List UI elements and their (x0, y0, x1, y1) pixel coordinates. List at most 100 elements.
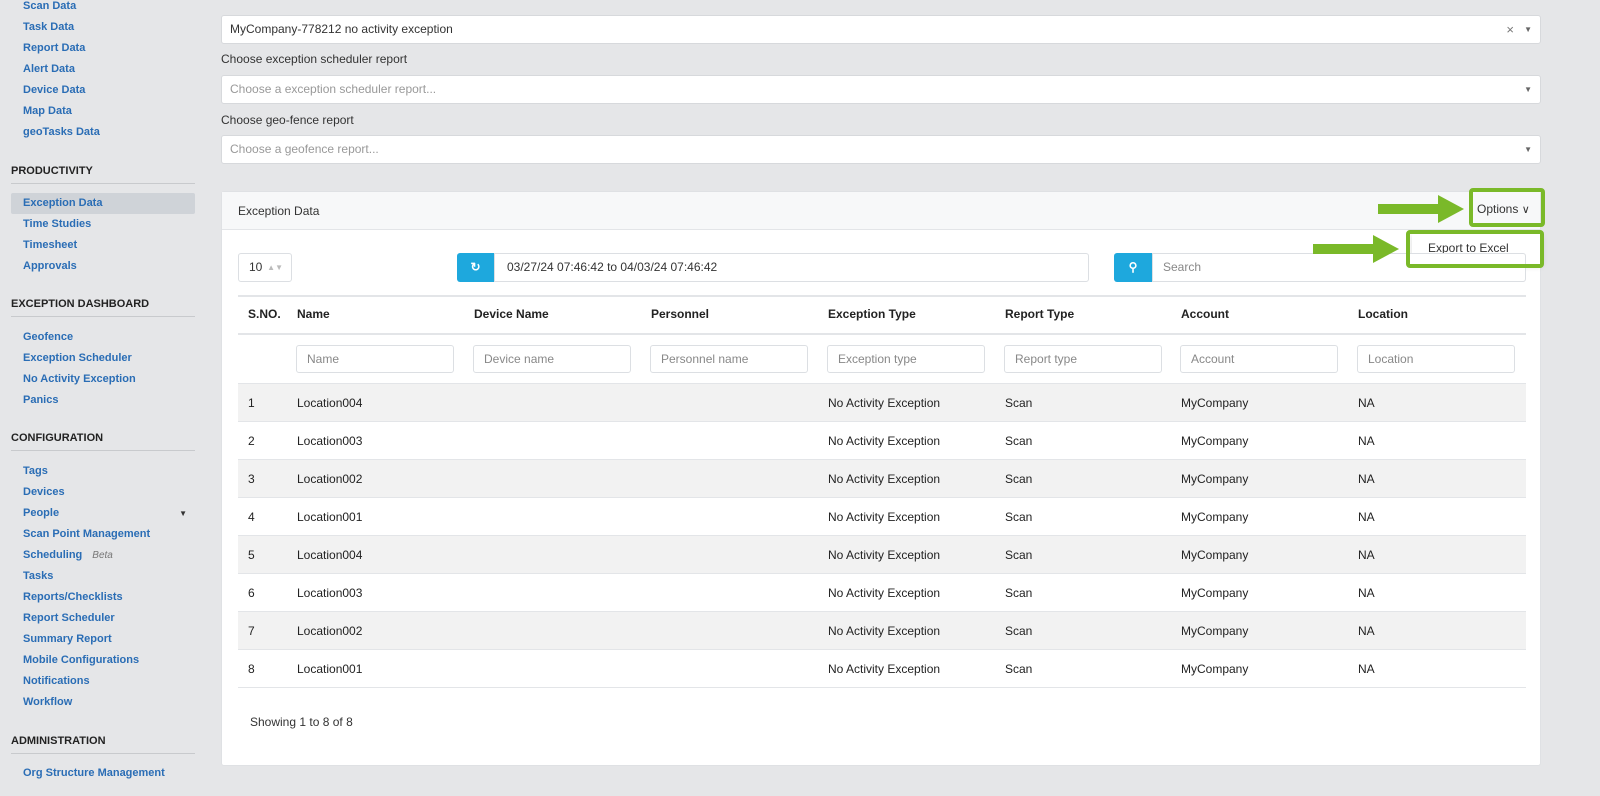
column-header[interactable]: Personnel (651, 307, 709, 321)
table-row[interactable]: 2 Location003 No Activity Exception Scan MyC… (238, 422, 1526, 460)
sidebar-item-label: Report Scheduler (23, 612, 115, 624)
table-row[interactable]: 6 Location003 No Activity Exception Scan MyC… (238, 574, 1526, 612)
sidebar-item-label: Reports/Checklists (23, 591, 123, 603)
search-placeholder: Search (1163, 260, 1202, 274)
sidebar-item-workflow[interactable]: Workflow (11, 692, 195, 713)
column-header[interactable]: S.NO. (248, 307, 281, 321)
sidebar-item-summary-report[interactable]: Summary Report (11, 629, 195, 650)
sidebar-item-label: Exception Scheduler (23, 352, 132, 364)
refresh-button[interactable]: ↻ (457, 253, 494, 282)
sidebar-item-label: No Activity Exception (23, 373, 136, 385)
sidebar-item-panics[interactable]: Panics (11, 390, 195, 411)
sidebar-item-exception-data[interactable]: Exception Data (11, 193, 195, 214)
column-header[interactable]: Report Type (1005, 307, 1074, 321)
table-cell: Scan (1005, 662, 1033, 676)
sidebar: Scan Data Task Data Report Data Alert Data D… (0, 0, 205, 796)
column-header[interactable]: Account (1181, 307, 1229, 321)
sidebar-item-approvals[interactable]: Approvals (11, 256, 195, 277)
table-row[interactable]: 8 Location001 No Activity Exception Scan MyC… (238, 650, 1526, 688)
table-cell: MyCompany (1181, 472, 1249, 486)
sidebar-item-reports-checklists[interactable]: Reports/Checklists (11, 587, 195, 608)
table-row[interactable]: 4 Location001 No Activity Exception Scan MyC… (238, 498, 1526, 536)
table-row[interactable]: 7 Location002 No Activity Exception Scan MyC… (238, 612, 1526, 650)
table-cell: Location002 (297, 624, 363, 638)
table-cell: MyCompany (1181, 586, 1249, 600)
sidebar-item-scan-point-management[interactable]: Scan Point Management (11, 524, 195, 545)
sidebar-item-map-data[interactable]: Map Data (11, 101, 195, 122)
date-range-input[interactable]: 03/27/24 07:46:42 to 04/03/24 07:46:42 (494, 253, 1089, 282)
sidebar-item-no-activity-exception[interactable]: No Activity Exception (11, 369, 195, 390)
caret-down-icon: ▼ (179, 509, 187, 518)
panel-title: Exception Data (238, 204, 320, 218)
column-filter-input[interactable]: Personnel name (650, 345, 808, 373)
column-filter-input[interactable]: Device name (473, 345, 631, 373)
column-header[interactable]: Exception Type (828, 307, 916, 321)
column-filter-input[interactable]: Location (1357, 345, 1515, 373)
sidebar-item-timesheet[interactable]: Timesheet (11, 235, 195, 256)
table-cell: NA (1358, 624, 1375, 638)
sidebar-item-exception-scheduler[interactable]: Exception Scheduler (11, 348, 195, 369)
table-cell: MyCompany (1181, 396, 1249, 410)
page-size-select[interactable]: 10 ▲▼ (238, 253, 292, 282)
sidebar-item-time-studies[interactable]: Time Studies (11, 214, 195, 235)
table-cell: 5 (248, 548, 255, 562)
sidebar-item-label: Device Data (23, 84, 86, 96)
sidebar-item-label: People (23, 507, 60, 519)
sidebar-item-task-data[interactable]: Task Data (11, 17, 195, 38)
table-cell: 1 (248, 396, 255, 410)
geofence-select[interactable]: Choose a geofence report... ▼ (221, 135, 1541, 164)
table-cell: Location003 (297, 586, 363, 600)
table-cell: 3 (248, 472, 255, 486)
sidebar-item-device-data[interactable]: Device Data (11, 80, 195, 101)
table-cell: Location003 (297, 434, 363, 448)
filter-placeholder: Device name (484, 352, 555, 366)
sidebar-item-alert-data[interactable]: Alert Data (11, 59, 195, 80)
sidebar-item-notifications[interactable]: Notifications (11, 671, 195, 692)
table-cell: MyCompany (1181, 548, 1249, 562)
sidebar-item-report-scheduler[interactable]: Report Scheduler (11, 608, 195, 629)
search-button[interactable]: ⚲ (1114, 253, 1152, 282)
sidebar-item-geofence[interactable]: Geofence (11, 327, 195, 348)
sidebar-item-tags[interactable]: Tags (11, 461, 195, 482)
page-size-value: 10 (249, 260, 263, 274)
column-filter-input[interactable]: Report type (1004, 345, 1162, 373)
sidebar-item-people[interactable]: People ▼ (11, 503, 195, 524)
table-row[interactable]: 3 Location002 No Activity Exception Scan MyC… (238, 460, 1526, 498)
table-cell: Scan (1005, 548, 1033, 562)
column-filter-input[interactable]: Name (296, 345, 454, 373)
filter-placeholder: Personnel name (661, 352, 749, 366)
search-icon: ⚲ (1128, 260, 1138, 274)
sidebar-item-label: Workflow (23, 696, 73, 708)
table-row[interactable]: 1 Location004 No Activity Exception Scan MyC… (238, 384, 1526, 422)
sidebar-item-org-structure-management[interactable]: Org Structure Management (11, 763, 195, 784)
sidebar-item-label: Org Structure Management (23, 767, 165, 779)
clear-icon[interactable]: × (1506, 16, 1514, 43)
sidebar-item-geotasks-data[interactable]: geoTasks Data (11, 122, 195, 143)
table-cell: Location004 (297, 396, 363, 410)
column-header[interactable]: Device Name (474, 307, 549, 321)
sidebar-item-label: geoTasks Data (23, 126, 100, 138)
filter-placeholder: Location (1368, 352, 1414, 366)
scheduler-select[interactable]: Choose a exception scheduler report... ▼ (221, 75, 1541, 104)
geofence-label: Choose geo-fence report (221, 113, 354, 127)
chevron-down-icon: ▼ (1524, 25, 1532, 34)
sidebar-item-scan-data[interactable]: Scan Data (11, 0, 195, 17)
sidebar-item-label: Task Data (23, 21, 75, 33)
table-cell: NA (1358, 396, 1375, 410)
pagination-info: Showing 1 to 8 of 8 (250, 715, 353, 729)
sidebar-item-tasks[interactable]: Tasks (11, 566, 195, 587)
column-header[interactable]: Location (1358, 307, 1408, 321)
sidebar-item-scheduling[interactable]: Scheduling Beta (11, 545, 195, 566)
column-filter-input[interactable]: Exception type (827, 345, 985, 373)
filter-placeholder: Exception type (838, 352, 917, 366)
column-header[interactable]: Name (297, 307, 330, 321)
sidebar-item-devices[interactable]: Devices (11, 482, 195, 503)
sidebar-item-report-data[interactable]: Report Data (11, 38, 195, 59)
table-cell: MyCompany (1181, 510, 1249, 524)
report-select[interactable]: MyCompany-778212 no activity exception ×… (221, 15, 1541, 44)
table-cell: MyCompany (1181, 434, 1249, 448)
export-highlight (1406, 230, 1544, 268)
sidebar-item-mobile-configurations[interactable]: Mobile Configurations (11, 650, 195, 671)
table-row[interactable]: 5 Location004 No Activity Exception Scan MyC… (238, 536, 1526, 574)
column-filter-input[interactable]: Account (1180, 345, 1338, 373)
